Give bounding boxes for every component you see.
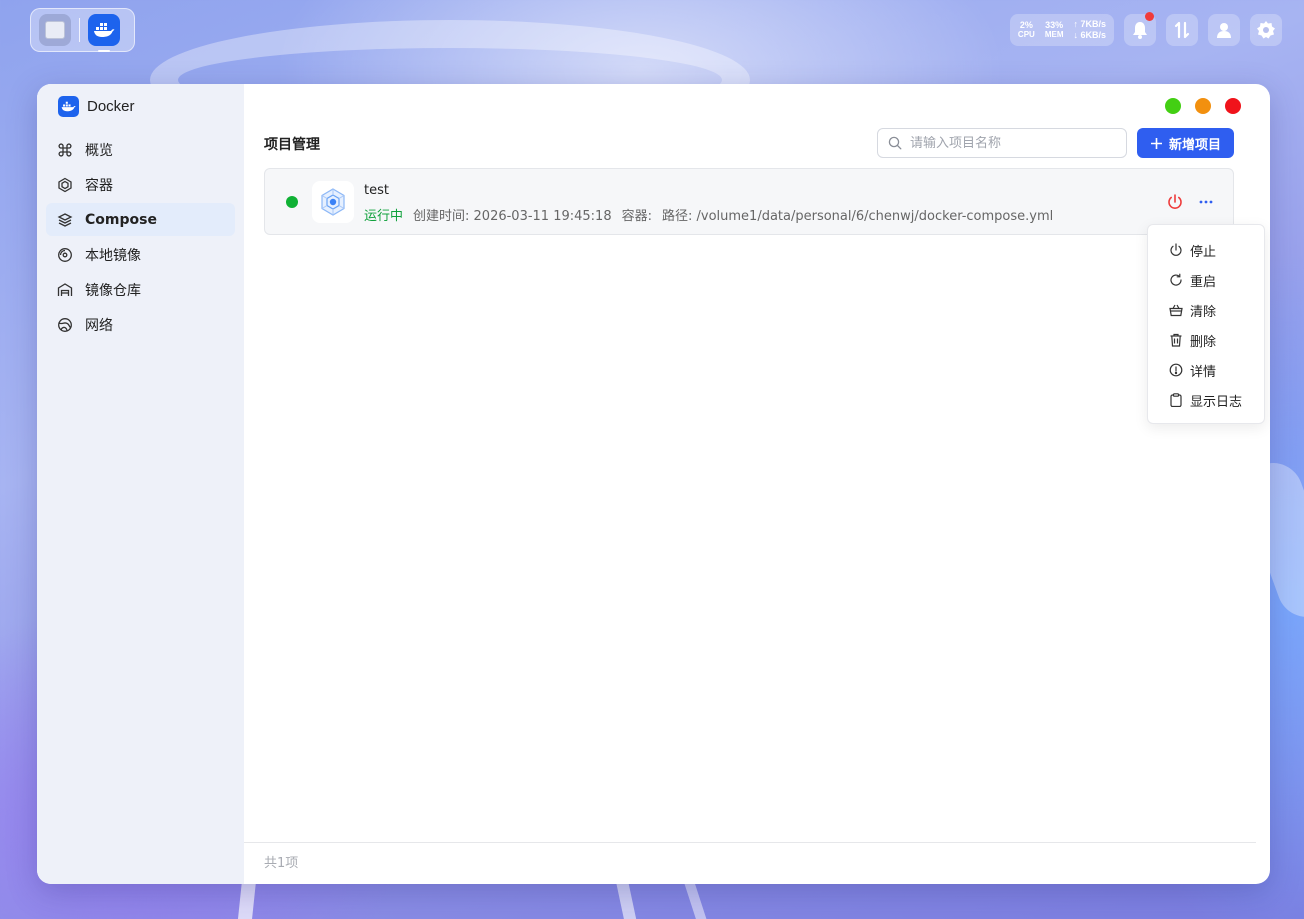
menu-item-stop[interactable]: 停止 xyxy=(1148,235,1264,265)
status-dot xyxy=(286,196,298,208)
menu-item-clear[interactable]: 清除 xyxy=(1148,295,1264,325)
menu-item-label: 停止 xyxy=(1190,244,1217,260)
basket-icon xyxy=(1169,304,1183,317)
search-input[interactable] xyxy=(910,135,1110,151)
transfer-icon xyxy=(1174,21,1190,39)
project-name: test xyxy=(364,183,389,198)
maximize-button[interactable] xyxy=(1195,98,1211,114)
add-project-button[interactable]: 新增项目 xyxy=(1137,128,1234,158)
bell-icon xyxy=(1133,22,1147,39)
restart-icon xyxy=(1170,273,1182,286)
trash-icon xyxy=(1170,333,1182,347)
mem-stat: 33% MEM xyxy=(1045,20,1064,40)
container-icon xyxy=(58,177,72,192)
sidebar-item-network[interactable]: 网络 xyxy=(46,308,235,341)
notification-badge xyxy=(1145,12,1154,21)
power-icon xyxy=(1168,194,1182,209)
transfer-button[interactable] xyxy=(1166,14,1198,46)
project-containers: 容器: xyxy=(621,209,652,224)
files-app-icon[interactable] xyxy=(39,14,71,46)
taskbar-dock xyxy=(30,8,135,52)
compose-project-icon xyxy=(312,181,354,223)
sidebar-item-label: 镜像仓库 xyxy=(85,282,141,299)
resource-monitor[interactable]: 2% CPU 33% MEM ↑ 7KB/s ↓ 6KB/s xyxy=(1009,14,1114,46)
dock-divider xyxy=(79,18,80,42)
network-icon xyxy=(58,317,72,332)
sidebar-item-label: 本地镜像 xyxy=(85,247,141,264)
user-icon xyxy=(1217,23,1231,38)
window-controls xyxy=(1165,98,1241,114)
more-button[interactable] xyxy=(1195,191,1217,213)
sidebar-item-label: 网络 xyxy=(85,317,113,334)
power-button[interactable] xyxy=(1164,191,1186,213)
cpu-stat: 2% CPU xyxy=(1018,20,1035,40)
sidebar: Docker 概览 容器 Compose 本地镜像 镜像仓库 网络 xyxy=(37,84,244,884)
menu-item-label: 显示日志 xyxy=(1190,394,1243,410)
search-icon xyxy=(888,136,902,150)
cpu-label: CPU xyxy=(1017,30,1035,39)
sidebar-item-containers[interactable]: 容器 xyxy=(46,168,235,201)
sidebar-item-label: 容器 xyxy=(85,177,113,194)
menu-item-details[interactable]: 详情 xyxy=(1148,355,1264,385)
info-icon xyxy=(1169,363,1183,377)
app-header: Docker xyxy=(37,94,244,118)
search-box xyxy=(877,128,1127,158)
page-title: 项目管理 xyxy=(264,137,320,153)
gear-icon xyxy=(1257,21,1275,39)
user-button[interactable] xyxy=(1208,14,1240,46)
sidebar-item-compose[interactable]: Compose xyxy=(46,203,235,236)
net-download: ↓ 6KB/s xyxy=(1073,30,1106,40)
sidebar-item-label: Compose xyxy=(85,211,157,228)
sidebar-item-overview[interactable]: 概览 xyxy=(46,133,235,166)
network-stat: ↑ 7KB/s ↓ 6KB/s xyxy=(1073,19,1106,41)
close-button[interactable] xyxy=(1225,98,1241,114)
main-panel: 项目管理 新增项目 test 运行中 创建时间: 2026-03- xyxy=(244,84,1270,884)
docker-logo-icon xyxy=(58,95,79,117)
layers-icon xyxy=(57,212,73,227)
project-path: 路径: /volume1/data/personal/6/chenwj/dock… xyxy=(662,209,1054,224)
project-card[interactable]: test 运行中 创建时间: 2026-03-11 19:45:18 容器: 路… xyxy=(264,168,1234,235)
add-project-label: 新增项目 xyxy=(1168,137,1221,153)
menu-item-restart[interactable]: 重启 xyxy=(1148,265,1264,295)
clipboard-icon xyxy=(1170,393,1182,407)
mem-value: 33% xyxy=(1045,20,1064,30)
menu-item-label: 清除 xyxy=(1190,304,1217,320)
docker-window: Docker 概览 容器 Compose 本地镜像 镜像仓库 网络 项目管理 请… xyxy=(37,84,1270,884)
warehouse-icon xyxy=(57,282,73,296)
notification-button[interactable] xyxy=(1124,12,1156,46)
sidebar-item-local-images[interactable]: 本地镜像 xyxy=(46,238,235,271)
sidebar-item-label: 概览 xyxy=(85,142,113,159)
power-icon xyxy=(1170,243,1182,256)
mem-label: MEM xyxy=(1044,30,1064,39)
menu-item-delete[interactable]: 删除 xyxy=(1148,325,1264,355)
cpu-value: 2% xyxy=(1019,20,1033,30)
minimize-button[interactable] xyxy=(1165,98,1181,114)
menu-item-label: 重启 xyxy=(1190,274,1217,290)
sidebar-item-registry[interactable]: 镜像仓库 xyxy=(46,273,235,306)
plus-icon xyxy=(1150,137,1162,149)
app-title: Docker xyxy=(87,97,135,115)
project-meta: 运行中 创建时间: 2026-03-11 19:45:18 容器: 路径: /v… xyxy=(364,205,1053,224)
net-upload: ↑ 7KB/s xyxy=(1073,19,1106,29)
menu-item-label: 删除 xyxy=(1190,334,1217,350)
ellipsis-icon xyxy=(1199,200,1213,204)
command-icon xyxy=(58,142,72,157)
settings-button[interactable] xyxy=(1250,14,1282,46)
item-count: 共1项 xyxy=(264,856,299,871)
project-action-menu: 停止 重启 清除 删除 详情 显示日志 xyxy=(1147,224,1265,424)
project-status: 运行中 xyxy=(364,209,404,224)
disc-icon xyxy=(58,247,72,262)
footer-divider xyxy=(244,842,1256,843)
project-created: 创建时间: 2026-03-11 19:45:18 xyxy=(413,209,612,224)
system-tray: 2% CPU 33% MEM ↑ 7KB/s ↓ 6KB/s xyxy=(1009,12,1282,46)
docker-app-icon[interactable] xyxy=(88,14,120,52)
menu-item-show-logs[interactable]: 显示日志 xyxy=(1148,385,1264,415)
menu-item-label: 详情 xyxy=(1190,364,1217,380)
